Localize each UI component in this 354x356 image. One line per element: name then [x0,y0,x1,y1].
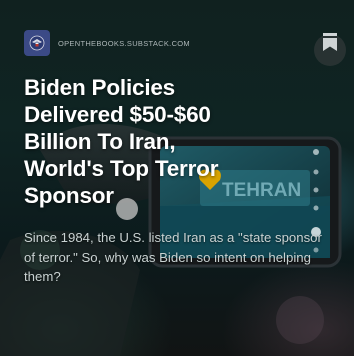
bookmark-icon[interactable] [322,32,338,52]
article-title-line: Sponsor [24,183,114,208]
article-card[interactable]: TEHRAN OPENTHEBOOKS.SUBSTACK.COM Biden P… [0,0,354,356]
article-title-line: Biden Policies [24,75,175,100]
touch-indicator [116,198,138,220]
article-title-line: Delivered $50-$60 [24,102,211,127]
eagle-seal-icon [29,35,45,51]
article-title[interactable]: Biden Policies Delivered $50-$60 Billion… [24,74,324,209]
publication-header[interactable]: OPENTHEBOOKS.SUBSTACK.COM [24,30,190,56]
article-title-line: Billion To Iran, [24,129,176,154]
publication-logo[interactable] [24,30,50,56]
article-title-line: World's Top Terror [24,156,219,181]
article-subtitle: Since 1984, the U.S. listed Iran as a "s… [24,230,322,284]
publication-name[interactable]: OPENTHEBOOKS.SUBSTACK.COM [58,39,190,48]
